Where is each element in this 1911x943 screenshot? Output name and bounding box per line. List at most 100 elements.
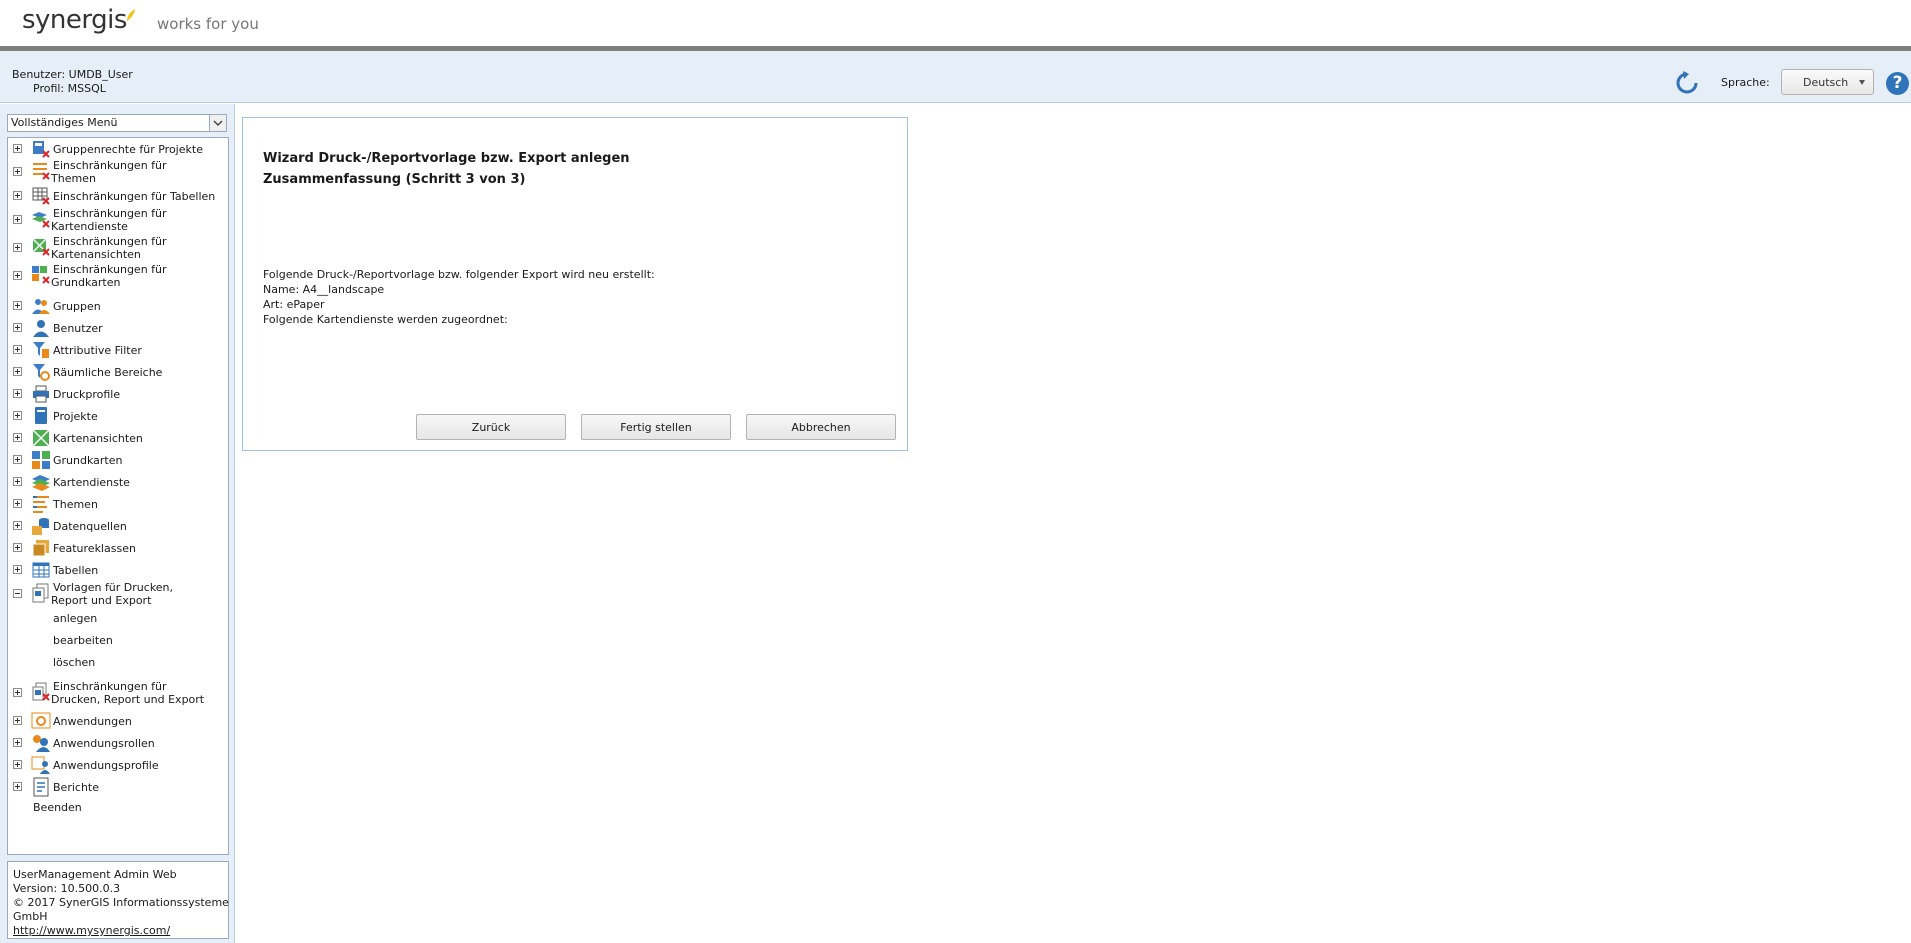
tree-item-label: Einschränkungen für Tabellen xyxy=(53,190,216,203)
menu-select[interactable]: Vollständiges Menü xyxy=(7,114,227,132)
tree-item-projects[interactable]: Projekte xyxy=(8,407,230,424)
dropdown-button[interactable] xyxy=(209,115,226,131)
tree-item-datasources[interactable]: Datenquellen xyxy=(8,518,230,535)
synergis-logo: synergis xyxy=(22,5,127,35)
expand-icon[interactable] xyxy=(13,144,22,153)
tree-item-mapviews[interactable]: Kartenansichten xyxy=(8,429,230,447)
wizard-summary: Folgende Druck-/Reportvorlage bzw. folge… xyxy=(263,267,655,327)
summary-line: Art: ePaper xyxy=(263,298,325,311)
tree-item-featureclasses[interactable]: Featureklassen xyxy=(8,540,230,557)
tree-item-label: Anwendungsrollen xyxy=(53,737,155,750)
profile-value: MSSQL xyxy=(67,82,106,95)
tree-item-table-restrictions[interactable]: Einschränkungen für Tabellen xyxy=(8,187,230,205)
tree-item-label-a: Einschränkungen für xyxy=(53,235,167,248)
tree-item-app-profiles[interactable]: Anwendungsprofile xyxy=(8,756,230,774)
expand-icon[interactable] xyxy=(13,760,22,769)
finish-button[interactable]: Fertig stellen xyxy=(581,414,731,440)
tree-item-mapview-restrictions[interactable]: Einschränkungen für Kartenansichten xyxy=(8,234,230,262)
expand-icon[interactable] xyxy=(13,688,22,697)
tree-subitem-create[interactable]: anlegen xyxy=(53,612,97,625)
expand-icon[interactable] xyxy=(13,271,22,280)
expand-icon[interactable] xyxy=(13,389,22,398)
sidebar: Vollständiges Menü Gruppenrechte für Pro… xyxy=(0,104,235,943)
expand-icon[interactable] xyxy=(13,215,22,224)
tree-item-mapservice-restrictions[interactable]: Einschränkungen für Kartendienste xyxy=(8,206,230,234)
mapview-icon xyxy=(32,429,50,447)
tree-item-tables[interactable]: Tabellen xyxy=(8,562,230,578)
expand-icon[interactable] xyxy=(13,455,22,464)
tree-item-group-rights[interactable]: Gruppenrechte für Projekte xyxy=(8,141,230,158)
expand-icon[interactable] xyxy=(13,345,22,354)
expand-icon[interactable] xyxy=(13,521,22,530)
tree-item-print-profiles[interactable]: Druckprofile xyxy=(8,385,230,403)
expand-icon[interactable] xyxy=(13,477,22,486)
tree-item-label-b: Grundkarten xyxy=(51,276,121,289)
expand-icon[interactable] xyxy=(13,243,22,252)
printer-icon xyxy=(33,385,49,403)
product-copyright: © 2017 SynerGIS Informationssysteme xyxy=(13,896,229,909)
wizard-panel: Wizard Druck-/Reportvorlage bzw. Export … xyxy=(242,117,908,451)
tree-item-label: Druckprofile xyxy=(53,388,121,401)
tree-item-basemap-restrictions[interactable]: Einschränkungen für Grundkarten xyxy=(8,262,230,290)
tree-item-applications[interactable]: Anwendungen xyxy=(8,712,230,729)
tree-item-label: Anwendungsprofile xyxy=(53,759,159,772)
tree-item-users[interactable]: Benutzer xyxy=(8,320,230,337)
expand-icon[interactable] xyxy=(13,411,22,420)
tree-item-mapservices[interactable]: Kartendienste xyxy=(8,474,230,491)
refresh-icon[interactable] xyxy=(1674,70,1700,96)
tree-item-reports[interactable]: Berichte xyxy=(8,777,230,797)
collapse-icon[interactable] xyxy=(13,589,22,598)
expand-icon[interactable] xyxy=(13,433,22,442)
profile-row: Profil: MSSQL xyxy=(12,82,133,96)
featureclass-icon xyxy=(32,540,49,557)
back-button[interactable]: Zurück xyxy=(416,414,566,440)
tree-item-label: Kartendienste xyxy=(53,476,130,489)
tree-item-themes[interactable]: Themen xyxy=(8,496,230,513)
expand-icon[interactable] xyxy=(13,738,22,747)
tree-item-attribute-filter[interactable]: Attributive Filter xyxy=(8,342,230,358)
expand-icon[interactable] xyxy=(13,167,22,176)
tree-item-app-roles[interactable]: Anwendungsrollen xyxy=(8,735,230,752)
tree-subitem-delete[interactable]: löschen xyxy=(53,656,95,669)
expand-icon[interactable] xyxy=(13,323,22,332)
user-label: Benutzer: xyxy=(12,68,66,81)
expand-icon[interactable] xyxy=(13,782,22,791)
tree-item-templates[interactable]: Vorlagen für Drucken, Report und Export xyxy=(8,580,230,608)
tree-item-basemaps[interactable]: Grundkarten xyxy=(8,451,230,469)
expand-icon[interactable] xyxy=(13,499,22,508)
tree-item-label: Räumliche Bereiche xyxy=(53,366,163,379)
theme-icon xyxy=(33,496,49,513)
print-restriction-icon xyxy=(32,682,50,701)
datasource-icon xyxy=(32,518,49,535)
theme-restriction-icon xyxy=(33,163,50,180)
project-icon xyxy=(35,407,47,424)
app-roles-icon xyxy=(33,735,50,752)
tree-item-groups[interactable]: Gruppen xyxy=(8,298,230,314)
tree-item-label: Berichte xyxy=(53,781,99,794)
tree-subitem-edit[interactable]: bearbeiten xyxy=(53,634,113,647)
tree-item-label: Themen xyxy=(53,498,98,511)
expand-icon[interactable] xyxy=(13,367,22,376)
tree-item-theme-restrictions[interactable]: Einschränkungen für Themen xyxy=(8,158,230,186)
cancel-button[interactable]: Abbrechen xyxy=(746,414,896,440)
table-restriction-icon xyxy=(32,187,50,205)
company-link[interactable]: http://www.mysynergis.com/ xyxy=(13,924,170,937)
logo-leaf-icon xyxy=(127,9,135,21)
wizard-title-block: Wizard Druck-/Reportvorlage bzw. Export … xyxy=(263,148,630,190)
expand-icon[interactable] xyxy=(13,716,22,725)
tree-item-spatial-areas[interactable]: Räumliche Bereiche xyxy=(8,364,230,381)
product-info: UserManagement Admin Web Version: 10.500… xyxy=(7,861,229,939)
expand-icon[interactable] xyxy=(13,565,22,574)
help-icon[interactable]: ? xyxy=(1886,72,1909,95)
expand-icon[interactable] xyxy=(13,543,22,552)
expand-icon[interactable] xyxy=(13,191,22,200)
chevron-down-icon xyxy=(1859,80,1865,85)
mapservice-icon xyxy=(32,475,50,491)
user-value: UMDB_User xyxy=(68,68,133,81)
tree-item-print-restrictions[interactable]: Einschränkungen für Drucken, Report und … xyxy=(8,679,230,707)
language-select[interactable]: Deutsch xyxy=(1781,69,1874,95)
exit-link[interactable]: Beenden xyxy=(33,801,82,814)
mapview-restriction-icon xyxy=(32,238,50,256)
tree-item-label-b: Kartenansichten xyxy=(51,248,141,261)
expand-icon[interactable] xyxy=(13,301,22,310)
